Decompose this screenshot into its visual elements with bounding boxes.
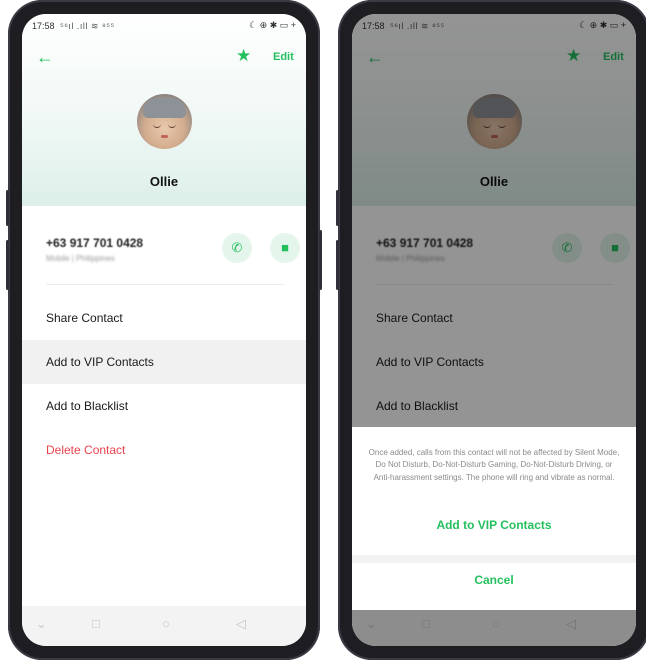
add-blacklist-item[interactable]: Add to Blacklist xyxy=(22,384,306,428)
share-contact-item[interactable]: Share Contact xyxy=(22,296,306,340)
navigation-bar: ⌄ □ ○ ◁ xyxy=(22,606,306,646)
delete-contact-item[interactable]: Delete Contact xyxy=(22,428,306,472)
chevron-down-icon[interactable]: ⌄ xyxy=(36,616,47,632)
phone-icon[interactable]: ✆ xyxy=(222,233,252,263)
power-button xyxy=(319,230,322,290)
divider xyxy=(352,555,636,563)
signal-icons: ⁵⁶ıl .ıll ≋ ⁸⁵⁵ xyxy=(60,21,115,31)
phone-left: 17:58 ⁵⁶ıl .ıll ≋ ⁸⁵⁵ ☾ ⊕ ✱ ▭ + ← ★ Edit… xyxy=(6,0,322,660)
avatar xyxy=(137,94,192,149)
volume-button xyxy=(6,190,9,226)
add-vip-item[interactable]: Add to VIP Contacts xyxy=(22,340,306,384)
phone-number[interactable]: +63 917 701 0428 xyxy=(46,236,143,250)
volume-button xyxy=(336,240,339,290)
phone-type-label: Mobile | Philippines xyxy=(46,254,115,263)
circle-home-icon[interactable]: ○ xyxy=(162,616,170,631)
phone-right: 17:58 ⁵⁶ıl .ıll ≋ ⁸⁵⁵ ☾ ⊕ ✱ ▭ + ← ★ Edit… xyxy=(336,0,646,660)
vip-confirm-sheet: Once added, calls from this contact will… xyxy=(352,427,636,610)
divider xyxy=(46,284,284,285)
status-icons: ☾ ⊕ ✱ ▭ + xyxy=(249,20,296,30)
message-icon[interactable]: ■ xyxy=(270,233,300,263)
confirm-vip-button[interactable]: Add to VIP Contacts xyxy=(352,518,636,532)
contact-name: Ollie xyxy=(149,174,179,189)
contact-detail-screen: 17:58 ⁵⁶ıl .ıll ≋ ⁸⁵⁵ ☾ ⊕ ✱ ▭ + ← ★ Edit… xyxy=(22,14,306,646)
volume-button xyxy=(6,240,9,290)
cancel-button[interactable]: Cancel xyxy=(352,573,636,587)
status-bar: 17:58 ⁵⁶ıl .ıll ≋ ⁸⁵⁵ ☾ ⊕ ✱ ▭ + xyxy=(22,14,306,38)
vip-confirm-screen: 17:58 ⁵⁶ıl .ıll ≋ ⁸⁵⁵ ☾ ⊕ ✱ ▭ + ← ★ Edit… xyxy=(352,14,636,646)
volume-button xyxy=(336,190,339,226)
star-icon[interactable]: ★ xyxy=(236,47,251,65)
triangle-back-icon[interactable]: ◁ xyxy=(236,616,246,632)
vip-description: Once added, calls from this contact will… xyxy=(368,448,620,482)
square-recents-icon[interactable]: □ xyxy=(92,616,100,631)
edit-button[interactable]: Edit xyxy=(273,51,294,63)
arrow-left-icon[interactable]: ← xyxy=(36,48,54,66)
status-time: 17:58 xyxy=(32,21,55,31)
